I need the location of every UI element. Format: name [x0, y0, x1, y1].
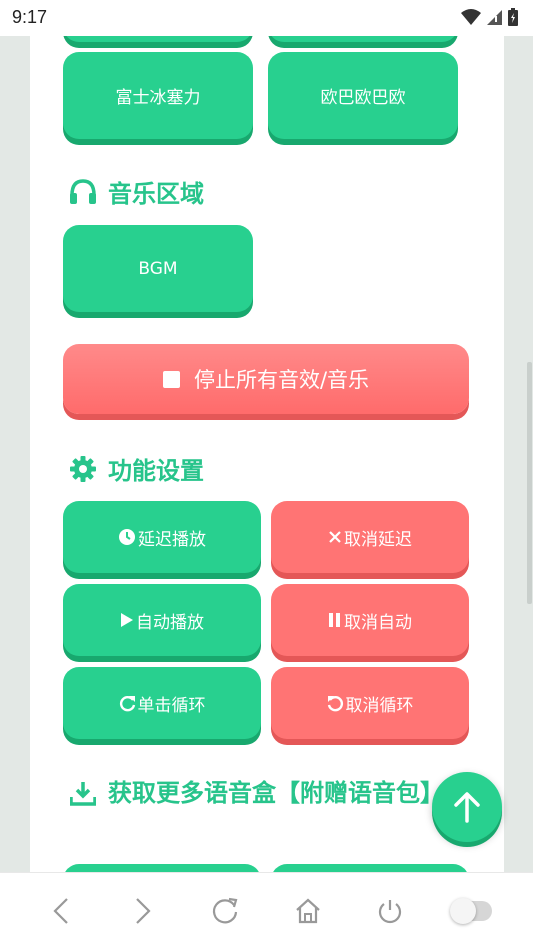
cancel-auto-label: 取消自动 [344, 612, 412, 633]
cancel-delay-button[interactable]: 取消延迟 [271, 501, 469, 573]
play-icon [121, 613, 133, 627]
sound-button-fujibingsaili[interactable]: 富士冰塞力 [63, 52, 253, 139]
stop-all-label: 停止所有音效/音乐 [193, 368, 370, 392]
chevron-left-icon [53, 897, 68, 924]
sound-button-oubaouba[interactable]: 欧巴欧巴欧 [268, 52, 458, 139]
refresh-icon [213, 897, 238, 923]
delay-play-button[interactable]: 延迟播放 [63, 501, 261, 573]
get-more-section-title: 获取更多语音盒【附赠语音包】 [68, 774, 444, 812]
close-icon [329, 531, 341, 543]
music-section-label: 音乐区域 [108, 180, 204, 208]
loop-once-label: 单击循环 [137, 695, 206, 716]
sound-button-partial-1[interactable] [63, 36, 253, 42]
wifi-icon [461, 9, 481, 25]
cancel-delay-label: 取消延迟 [344, 529, 412, 550]
home-icon [295, 898, 320, 923]
delay-play-label: 延迟播放 [138, 529, 206, 550]
status-time: 9:17 [12, 7, 48, 27]
auto-play-button[interactable]: 自动播放 [63, 584, 261, 656]
power-button[interactable] [370, 891, 410, 931]
clock-icon [119, 529, 135, 545]
refresh-button[interactable] [205, 891, 245, 931]
cancel-auto-button[interactable]: 取消自动 [271, 584, 469, 656]
settings-section-title: 功能设置 [68, 451, 204, 486]
toggle-track [449, 897, 492, 924]
back-to-top-button[interactable] [432, 772, 502, 842]
sound-button-partial-2[interactable] [268, 36, 458, 42]
undo-icon [327, 695, 343, 711]
browser-nav-bar [0, 872, 533, 948]
arrow-up-icon [454, 792, 480, 823]
toggle-knob [449, 897, 476, 924]
pause-icon [329, 613, 340, 627]
music-section-title: 音乐区域 [68, 174, 204, 209]
redo-icon [119, 695, 135, 711]
bgm-button[interactable]: BGM [63, 225, 253, 312]
scrollbar[interactable] [527, 362, 532, 604]
power-icon [378, 899, 401, 923]
cancel-loop-button[interactable]: 取消循环 [271, 667, 469, 739]
battery-icon [508, 8, 518, 26]
auto-play-label: 自动播放 [136, 612, 204, 633]
main-content: 富士冰塞力 欧巴欧巴欧 音乐区域 BGM 停止所有音效/音乐 功能设置 延迟播放… [30, 36, 504, 872]
status-icons [461, 7, 519, 27]
loop-once-button[interactable]: 单击循环 [63, 667, 261, 739]
chevron-right-icon [136, 897, 151, 924]
home-button[interactable] [288, 891, 328, 931]
headphones-icon [68, 177, 98, 207]
sound-button-label: 欧巴欧巴欧 [320, 88, 406, 108]
forward-button[interactable] [123, 891, 163, 931]
toggle-switch[interactable] [449, 891, 492, 931]
status-bar: 9:17 [0, 0, 533, 36]
stop-all-button[interactable]: 停止所有音效/音乐 [63, 344, 469, 414]
get-more-label: 获取更多语音盒【附赠语音包】 [108, 779, 444, 807]
voicebox-button-partial-2[interactable] [271, 864, 469, 872]
back-button[interactable] [41, 891, 81, 931]
signal-icon [487, 10, 502, 25]
voicebox-button-partial-1[interactable] [63, 864, 261, 872]
cancel-loop-label: 取消循环 [345, 695, 414, 716]
sound-button-label: 富士冰塞力 [115, 88, 201, 108]
bgm-label: BGM [138, 258, 178, 279]
settings-section-label: 功能设置 [108, 457, 204, 485]
gear-icon [68, 454, 98, 484]
stop-icon [162, 370, 180, 388]
